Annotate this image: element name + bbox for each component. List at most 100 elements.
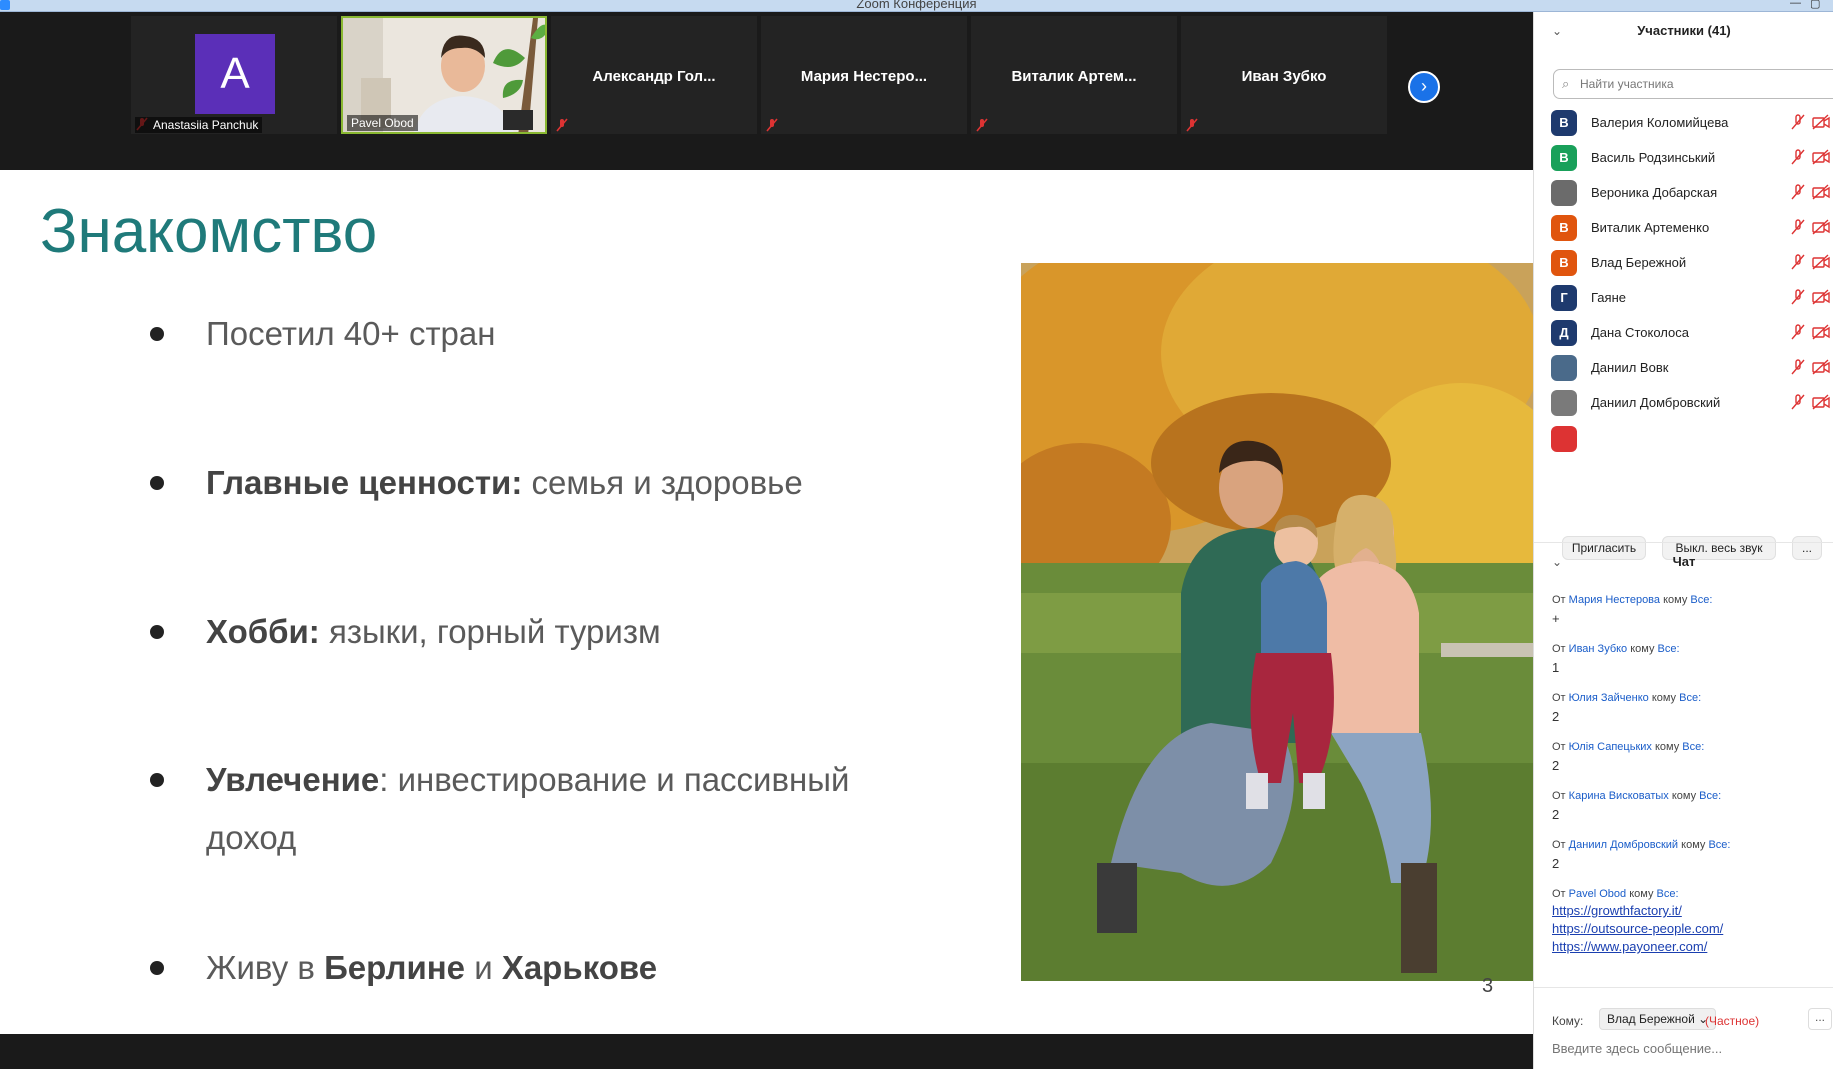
list-item[interactable]: В Валерия Коломийцева: [1534, 103, 1833, 143]
recipient-everyone: Все:: [1690, 594, 1713, 606]
chat-message-input[interactable]: [1552, 1034, 1822, 1062]
maximize-button[interactable]: ▢: [1810, 0, 1820, 10]
list-item[interactable]: Г Гаяне: [1534, 278, 1833, 318]
avatar: Д: [1551, 320, 1577, 346]
muted-mic-icon: [1791, 359, 1805, 375]
list-item[interactable]: Даниил Домбровский: [1534, 383, 1833, 423]
video-tile-active-speaker[interactable]: Pavel Obod: [341, 16, 547, 134]
chevron-down-icon[interactable]: ⌄: [1552, 16, 1562, 46]
chat-message-text: 1: [1552, 660, 1560, 675]
video-tile[interactable]: A Anastasiia Panchuk: [131, 16, 337, 134]
list-item[interactable]: Вероника Добарская: [1534, 173, 1833, 213]
bullet-text: Посетил 40+ стран: [206, 315, 496, 352]
to-word: кому: [1663, 594, 1688, 606]
to-word: кому: [1629, 888, 1654, 900]
chat-recipient-dropdown[interactable]: Влад Бережной ⌄: [1599, 1008, 1717, 1030]
avatar: A: [195, 34, 275, 114]
video-tile[interactable]: Александр Гол...: [551, 16, 757, 134]
chat-title: Чат: [1672, 554, 1696, 569]
slide-title: Знакомство: [40, 197, 378, 266]
private-label: (Частное): [1705, 1014, 1760, 1028]
chat-message: От Юлия Зайченко кому Все: 2: [1552, 692, 1832, 724]
sender-name[interactable]: Иван Зубко: [1569, 643, 1628, 655]
list-item[interactable]: В Василь Родзинський: [1534, 138, 1833, 178]
bullet-bold-text: Харькове: [501, 949, 658, 986]
sender-name[interactable]: Карина Висковатых: [1569, 790, 1669, 802]
chat-message-header: От Иван Зубко кому Все:: [1552, 643, 1832, 655]
video-off-icon: [1812, 324, 1830, 340]
participant-name: Даниил Вовк: [1591, 360, 1669, 375]
sender-name[interactable]: Юлія Сапецьких: [1569, 741, 1652, 753]
participant-name: Гаяне: [1591, 290, 1626, 305]
muted-mic-icon: [1791, 289, 1805, 305]
chat-link[interactable]: https://growthfactory.it/: [1552, 903, 1832, 918]
chevron-right-icon: ›: [1421, 76, 1427, 96]
chat-message-header: От Карина Висковатых кому Все:: [1552, 790, 1832, 802]
sender-name[interactable]: Юлия Зайченко: [1569, 692, 1649, 704]
from-word: От: [1552, 741, 1566, 753]
muted-mic-icon: [766, 118, 778, 132]
avatar-photo: [1551, 180, 1577, 206]
to-word: кому: [1671, 790, 1697, 802]
video-tile[interactable]: Мария Нестеро...: [761, 16, 967, 134]
participant-search-input[interactable]: ⌕ Найти участника: [1553, 69, 1833, 99]
participant-name: Василь Родзинський: [1591, 150, 1716, 165]
recipient-everyone: Все:: [1682, 741, 1705, 753]
chat-link[interactable]: https://www.payoneer.com/: [1552, 939, 1832, 954]
muted-mic-icon: [1791, 219, 1805, 235]
chat-message-header: От Юлия Зайченко кому Все:: [1552, 692, 1832, 704]
recipient-everyone: Все:: [1679, 692, 1702, 704]
bullet-text: семья и здоровье: [522, 464, 803, 501]
video-off-icon: [1812, 184, 1830, 200]
list-item[interactable]: Д Дана Стоколоса: [1534, 313, 1833, 353]
participants-header[interactable]: ⌄ Участники (41): [1534, 16, 1833, 46]
muted-mic-icon: [556, 118, 568, 132]
bullet-bold-text: Берлине: [324, 949, 466, 986]
tile-participant-name: Мария Нестеро...: [800, 68, 928, 85]
next-page-button[interactable]: ›: [1408, 71, 1440, 103]
minimize-button[interactable]: —: [1790, 0, 1801, 9]
bullet-bold-text: Главные ценности:: [206, 464, 523, 501]
chat-link[interactable]: https://outsource-people.com/: [1552, 921, 1832, 936]
chat-header[interactable]: ⌄ Чат: [1534, 547, 1833, 577]
list-item-partial[interactable]: [1534, 418, 1833, 458]
recipient-everyone: Все:: [1708, 839, 1731, 851]
chat-message-text: 2: [1552, 709, 1560, 724]
list-item[interactable]: Даниил Вовк: [1534, 348, 1833, 388]
window-titlebar: Zoom Конференция — ▢: [0, 0, 1833, 12]
bullet-dot: [150, 476, 164, 490]
avatar-photo: [1551, 355, 1577, 381]
tile-participant-name: Александр Гол...: [592, 68, 716, 85]
to-word: кому: [1651, 692, 1677, 704]
video-tile[interactable]: Иван Зубко: [1181, 16, 1387, 134]
divider: [1534, 542, 1833, 543]
sender-name[interactable]: Мария Нестерова: [1569, 594, 1660, 606]
chevron-down-icon[interactable]: ⌄: [1552, 547, 1562, 577]
list-item[interactable]: В Виталик Артеменко: [1534, 208, 1833, 248]
sender-name[interactable]: Pavel Obod: [1569, 888, 1626, 900]
window-title: Zoom Конференция: [856, 0, 977, 11]
avatar: В: [1551, 250, 1577, 276]
status-icons: [1790, 324, 1833, 342]
list-item[interactable]: В Влад Бережной: [1534, 243, 1833, 283]
participant-name: Даниил Домбровский: [1591, 395, 1721, 410]
to-word: кому: [1630, 643, 1655, 655]
bullet-dot: [150, 773, 164, 787]
recipient-name: Влад Бережной: [1607, 1012, 1695, 1026]
video-tile[interactable]: Виталик Артем...: [971, 16, 1177, 134]
video-strip: A Anastasiia Panchuk Pavel Obod Александ…: [0, 12, 1533, 170]
muted-mic-icon: [1791, 254, 1805, 270]
video-off-icon: [1812, 149, 1830, 165]
video-off-icon: [1812, 359, 1830, 375]
recipient-everyone: Все:: [1656, 888, 1679, 900]
sender-name[interactable]: Даниил Домбровский: [1569, 839, 1678, 851]
chat-more-button[interactable]: ...: [1808, 1008, 1832, 1030]
recipient-everyone: Все:: [1699, 790, 1722, 802]
chat-message: От Юлія Сапецьких кому Все: 2: [1552, 741, 1832, 773]
participants-list[interactable]: В Валерия Коломийцева В Василь Родзинськ…: [1534, 103, 1833, 487]
search-icon: ⌕: [1562, 76, 1570, 91]
status-icons: [1790, 184, 1833, 202]
avatar: В: [1551, 110, 1577, 136]
bottom-bar: [0, 1034, 1533, 1069]
avatar: [1551, 426, 1577, 452]
